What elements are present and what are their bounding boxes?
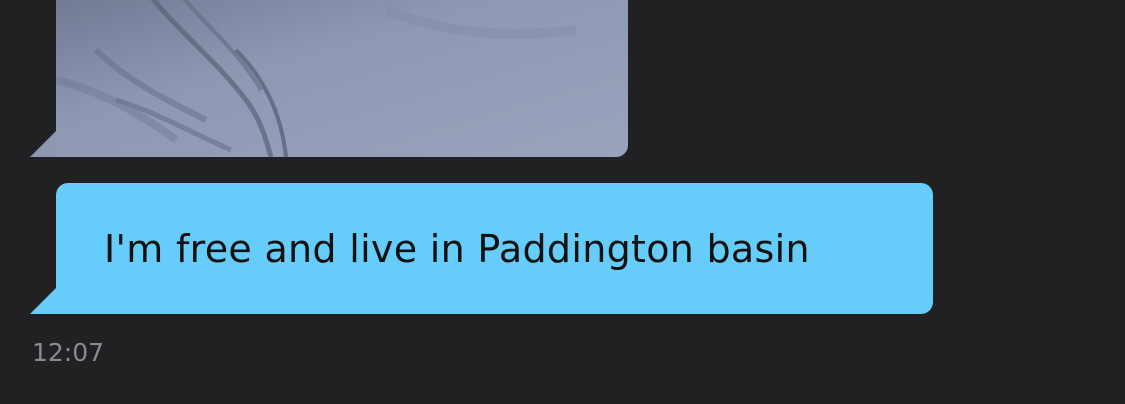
text-message[interactable]: I'm free and live in Paddington basin xyxy=(56,183,933,314)
chat-thread: I'm free and live in Paddington basin 12… xyxy=(0,0,1125,404)
text-bubble-tail xyxy=(30,287,57,314)
photo-message[interactable] xyxy=(56,0,628,157)
photo-bubble-tail xyxy=(30,130,57,157)
message-timestamp: 12:07 xyxy=(32,338,105,367)
message-text: I'm free and live in Paddington basin xyxy=(104,226,810,271)
photo-thumbnail xyxy=(56,0,628,157)
